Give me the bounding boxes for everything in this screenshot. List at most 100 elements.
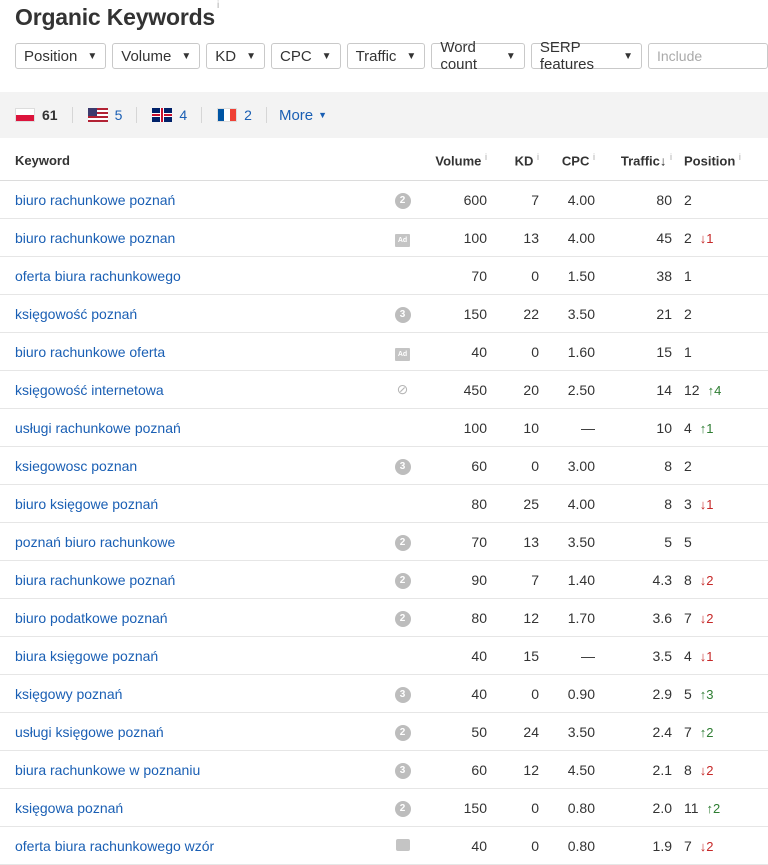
info-icon[interactable]: i xyxy=(217,0,219,11)
info-icon[interactable]: i xyxy=(670,152,672,162)
serp-count-icon[interactable]: 2 xyxy=(394,534,411,551)
traffic-cell: 2.4 xyxy=(595,712,672,751)
table-row: usługi rachunkowe poznań 100 10—10 4 ↑1 xyxy=(0,408,768,447)
keyword-link[interactable]: biura rachunkowe w poznaniu xyxy=(15,762,200,778)
keyword-link[interactable]: usługi księgowe poznań xyxy=(15,724,164,740)
filter-cpc-button[interactable]: CPC ▼ xyxy=(270,43,341,69)
keyword-link[interactable]: biuro rachunkowe poznań xyxy=(15,192,175,208)
position-value: 7 xyxy=(684,837,692,854)
ad-icon[interactable]: Ad xyxy=(395,233,410,247)
filter-position-button[interactable]: Position ▼ xyxy=(15,43,107,69)
info-icon[interactable]: i xyxy=(593,152,595,162)
divider xyxy=(265,107,267,123)
filter-label: KD xyxy=(215,47,237,65)
country-fr-tab[interactable]: 2 xyxy=(217,107,252,123)
volume-cell: 40 xyxy=(425,332,487,371)
cpc-cell: 0.80 xyxy=(539,788,595,827)
ad-icon[interactable]: Ad xyxy=(395,347,410,361)
serp-count-icon[interactable]: 2 xyxy=(394,610,411,627)
country-gb-tab[interactable]: 4 xyxy=(152,107,187,123)
volume-cell: 40 xyxy=(425,636,487,675)
change-value: 2 xyxy=(706,838,714,854)
serp-count-icon[interactable]: 2 xyxy=(394,724,411,741)
keyword-link[interactable]: poznań biuro rachunkowe xyxy=(15,534,175,550)
image-icon[interactable] xyxy=(395,838,410,851)
keyword-link[interactable]: księgowość internetowa xyxy=(15,382,164,398)
keyword-link[interactable]: usługi rachunkowe poznań xyxy=(15,420,181,436)
info-icon[interactable]: i xyxy=(537,152,539,162)
keyword-link[interactable]: ksiegowosc poznan xyxy=(15,458,137,474)
keyword-cell: księgowość poznań xyxy=(0,294,380,333)
keyword-link[interactable]: biura księgowe poznań xyxy=(15,648,158,664)
position-value: 3 xyxy=(684,495,692,512)
col-volume[interactable]: Volume i xyxy=(425,140,487,181)
position-cell: 1 xyxy=(672,332,768,371)
link-icon[interactable]: ⊘ xyxy=(397,381,409,397)
country-us-tab[interactable]: 5 xyxy=(87,107,122,123)
col-position[interactable]: Position i xyxy=(672,140,768,181)
table-row: biura księgowe poznań 40 15—3.5 4 ↓1 xyxy=(0,636,768,675)
serp-count-icon[interactable]: 3 xyxy=(394,458,411,475)
caret-down-icon: ▼ xyxy=(318,110,328,120)
keyword-link[interactable]: biuro podatkowe poznań xyxy=(15,610,168,626)
table-row: biuro rachunkowe oferta Ad 40 0 1.60 15 1 xyxy=(0,332,768,371)
keyword-cell: księgowość internetowa xyxy=(0,370,380,409)
table-row: usługi księgowe poznań 2 50 24 3.50 2.4 7 ↑2 xyxy=(0,712,768,751)
keyword-link[interactable]: księgowa poznań xyxy=(15,800,123,816)
col-cpc[interactable]: CPC i xyxy=(539,140,595,181)
serp-count-icon[interactable]: 2 xyxy=(394,800,411,817)
serp-count-icon[interactable]: 3 xyxy=(394,306,411,323)
keyword-cell: biura rachunkowe w poznaniu xyxy=(0,750,380,789)
keyword-link[interactable]: księgowość poznań xyxy=(15,306,137,322)
serp-feature-cell: 3 xyxy=(380,294,425,333)
keyword-link[interactable]: biura rachunkowe poznań xyxy=(15,572,175,588)
filter-kd-button[interactable]: KD ▼ xyxy=(206,43,265,69)
position-cell: 7 ↓2 xyxy=(672,598,768,637)
serp-count-icon[interactable]: 3 xyxy=(394,686,411,703)
filter-label: Word count xyxy=(440,39,478,73)
position-change-down: ↓1 xyxy=(700,649,714,664)
keyword-cell: biura rachunkowe poznań xyxy=(0,560,380,599)
cpc-cell: 0.90 xyxy=(539,674,595,713)
country-pl-tab[interactable]: 61 xyxy=(15,107,58,123)
keyword-link[interactable]: oferta biura rachunkowego xyxy=(15,268,181,284)
col-keyword[interactable]: Keyword xyxy=(0,140,380,181)
serp-count-icon[interactable]: 2 xyxy=(394,572,411,589)
serp-count-icon[interactable]: 3 xyxy=(394,762,411,779)
filter-word-count-button[interactable]: Word count ▼ xyxy=(431,39,525,73)
change-value: 1 xyxy=(706,496,714,512)
filter-volume-button[interactable]: Volume ▼ xyxy=(112,43,201,69)
position-cell: 4 ↓1 xyxy=(672,636,768,675)
volume-cell: 40 xyxy=(425,826,487,865)
position-cell: 2 ↓1 xyxy=(672,218,768,257)
position-value: 5 xyxy=(684,685,692,702)
serp-feature-cell: 2 xyxy=(380,560,425,599)
serp-feature-cell: 3 xyxy=(380,750,425,789)
serp-feature-cell: 2 xyxy=(380,598,425,637)
serp-count-icon[interactable]: 2 xyxy=(394,192,411,209)
col-traffic[interactable]: Traffic↓ i xyxy=(595,140,672,181)
change-value: 4 xyxy=(714,382,722,398)
keyword-link[interactable]: biuro rachunkowe poznan xyxy=(15,230,175,246)
flag-fr-icon xyxy=(217,108,238,122)
filter-traffic-button[interactable]: Traffic ▼ xyxy=(346,43,426,69)
volume-cell: 80 xyxy=(425,484,487,523)
keyword-link[interactable]: biuro rachunkowe oferta xyxy=(15,344,165,360)
cpc-cell: 4.00 xyxy=(539,218,595,257)
table-row: księgowość poznań 3 150 22 3.50 21 2 xyxy=(0,294,768,333)
position-cell: 2 xyxy=(672,294,768,333)
info-icon[interactable]: i xyxy=(739,152,741,162)
keyword-link[interactable]: biuro księgowe poznań xyxy=(15,496,158,512)
position-cell: 11 ↑2 xyxy=(672,788,768,827)
info-icon[interactable]: i xyxy=(485,152,487,162)
keyword-cell: ksiegowosc poznan xyxy=(0,446,380,485)
more-countries-button[interactable]: More ▼ xyxy=(279,107,327,124)
traffic-cell: 2.1 xyxy=(595,750,672,789)
volume-cell: 100 xyxy=(425,408,487,447)
col-kd[interactable]: KD i xyxy=(487,140,539,181)
filter-serp-features-button[interactable]: SERP features ▼ xyxy=(530,39,642,73)
include-input[interactable] xyxy=(648,43,768,69)
position-cell: 1 xyxy=(672,256,768,295)
keyword-link[interactable]: księgowy poznań xyxy=(15,686,122,702)
keyword-link[interactable]: oferta biura rachunkowego wzór xyxy=(15,838,214,854)
